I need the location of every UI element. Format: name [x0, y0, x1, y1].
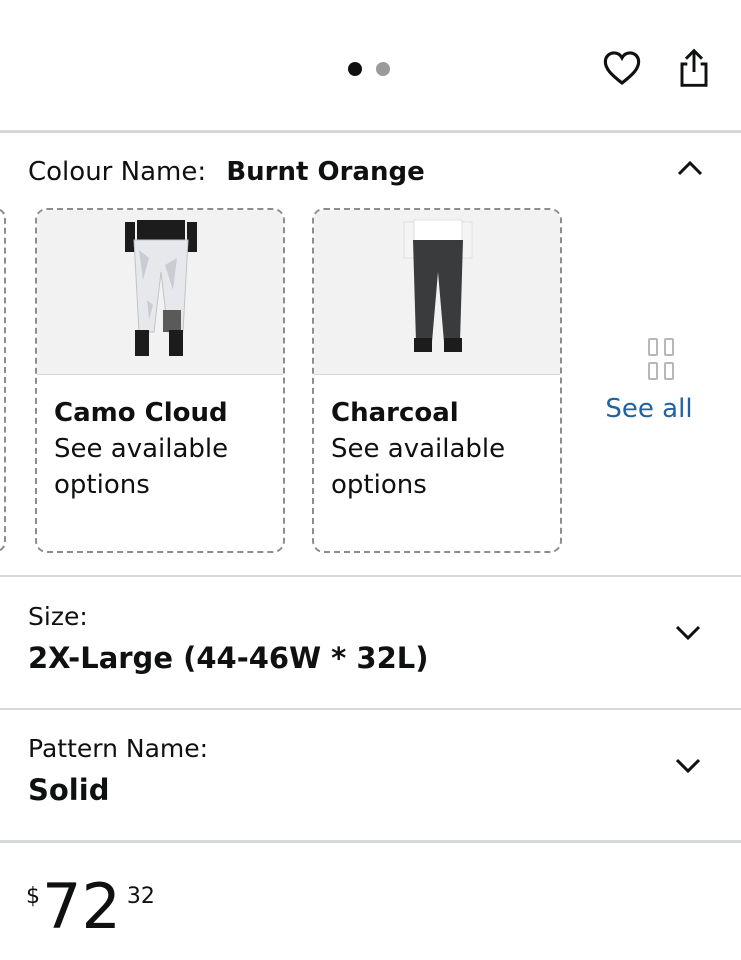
see-all-button[interactable]: See all [605, 338, 698, 424]
price: $ 72 32 [26, 876, 155, 938]
share-icon[interactable] [672, 46, 716, 90]
colour-name-label: Colour Name: [28, 157, 207, 187]
carousel-dot-active[interactable] [348, 62, 362, 76]
chevron-down-icon[interactable] [668, 612, 708, 652]
swatch-partial[interactable] [0, 208, 6, 552]
price-currency: $ [26, 884, 40, 909]
colour-option-availability: See available options [54, 434, 229, 500]
divider [0, 840, 741, 843]
colour-name-row: Colour Name: Burnt Orange [28, 157, 425, 187]
size-selector[interactable]: Size: 2X-Large (44-46W * 32L) [28, 602, 429, 675]
pattern-value: Solid [28, 773, 110, 807]
price-fraction: 32 [126, 884, 155, 909]
colour-option-charcoal[interactable]: Charcoal See available options [312, 208, 562, 553]
grid-icon [632, 338, 674, 380]
see-all-label: See all [605, 394, 693, 424]
divider [0, 708, 741, 710]
colour-option-availability: See available options [331, 434, 506, 500]
divider [0, 575, 741, 577]
pattern-selector[interactable]: Pattern Name: Solid [28, 734, 208, 807]
chevron-down-icon[interactable] [668, 745, 708, 785]
price-whole: 72 [42, 870, 121, 943]
top-bar [0, 0, 741, 132]
colour-option-name: Camo Cloud [54, 398, 228, 428]
carousel-dot-inactive[interactable] [376, 62, 390, 76]
product-image [314, 210, 560, 375]
colour-option-camo-cloud[interactable]: Camo Cloud See available options [35, 208, 285, 553]
colour-name-value: Burnt Orange [226, 157, 425, 187]
pattern-label: Pattern Name: [28, 734, 209, 763]
product-image [37, 210, 283, 375]
size-label: Size: [28, 602, 88, 631]
heart-icon[interactable] [600, 46, 644, 90]
carousel-dots [348, 62, 390, 76]
size-value: 2X-Large (44-46W * 32L) [28, 641, 429, 675]
chevron-up-icon[interactable] [670, 148, 710, 188]
colour-option-name: Charcoal [331, 398, 459, 428]
divider [0, 130, 741, 133]
